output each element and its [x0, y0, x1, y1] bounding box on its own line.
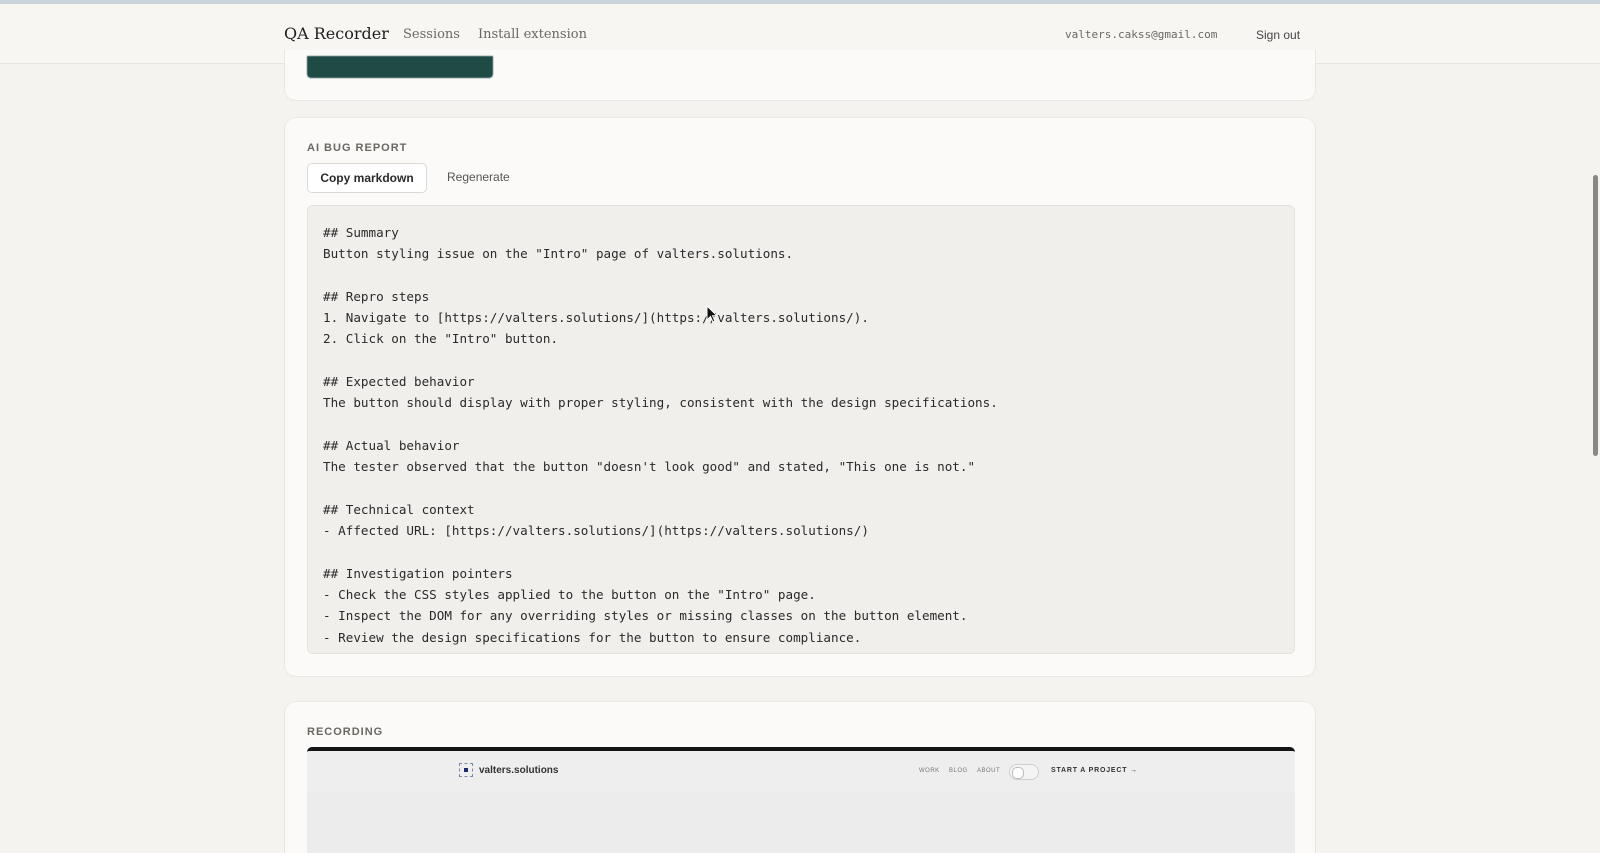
ai-bug-report-heading: AI BUG REPORT [307, 142, 408, 154]
site-logo-icon [459, 763, 473, 777]
regenerate-button[interactable]: Regenerate [447, 170, 510, 184]
partially-hidden-button[interactable] [307, 56, 493, 78]
report-line: 2. Click on the "Intro" button. [323, 331, 559, 347]
report-line: ## Investigation pointers [323, 565, 513, 581]
bug-report-markdown[interactable]: ## Summary Button styling issue on the "… [307, 205, 1295, 654]
app-brand[interactable]: QA Recorder [284, 24, 389, 43]
recording-video[interactable]: valters.solutions WORK BLOG ABOUT START … [307, 747, 1295, 853]
recorded-cta: START A PROJECT → [1051, 767, 1138, 774]
report-line: The button should display with proper st… [323, 395, 998, 411]
report-line: - Review the design specifications for t… [323, 629, 862, 645]
report-line: 1. Navigate to [https://valters.solution… [323, 310, 869, 326]
recorded-nav-blog: BLOG [949, 768, 968, 774]
report-line: - Check the CSS styles applied to the bu… [323, 587, 816, 603]
report-line: - Affected URL: [https://valters.solutio… [323, 523, 869, 539]
scrollbar-thumb[interactable] [1593, 175, 1598, 456]
report-line: ## Summary [323, 225, 399, 240]
report-line: ## Actual behavior [323, 437, 460, 453]
report-line: The tester observed that the button "doe… [323, 459, 976, 475]
copy-markdown-button[interactable]: Copy markdown [307, 163, 427, 193]
report-line [323, 478, 1279, 499]
recorded-site-logo: valters.solutions [479, 765, 559, 776]
user-email: valters.cakss@gmail.com [1065, 28, 1218, 41]
report-line [323, 350, 1279, 371]
report-line: ## Repro steps [323, 288, 430, 304]
report-line [323, 414, 1279, 435]
recorded-nav-work: WORK [919, 768, 940, 774]
theme-toggle-icon [1009, 764, 1039, 780]
report-line: - Inspect the DOM for any overriding sty… [323, 608, 968, 624]
ai-bug-report-card: AI BUG REPORT Copy markdown Regenerate #… [284, 117, 1316, 677]
previous-card [284, 50, 1316, 101]
report-line: ## Expected behavior [323, 374, 475, 390]
report-line: ## Technical context [323, 501, 475, 517]
report-line [323, 265, 1279, 286]
report-line: Button styling issue on the "Intro" page… [323, 246, 794, 262]
report-line [323, 541, 1279, 562]
recorded-nav-about: ABOUT [977, 768, 1001, 774]
recording-heading: RECORDING [307, 726, 384, 738]
recorded-site-navbar: valters.solutions WORK BLOG ABOUT START … [307, 751, 1295, 793]
nav-install-extension[interactable]: Install extension [478, 27, 587, 42]
nav-sessions[interactable]: Sessions [403, 27, 460, 42]
sign-out-button[interactable]: Sign out [1256, 28, 1300, 42]
recording-card: RECORDING valters.solutions WORK BLOG AB… [284, 701, 1316, 853]
mouse-cursor-icon [706, 304, 719, 323]
